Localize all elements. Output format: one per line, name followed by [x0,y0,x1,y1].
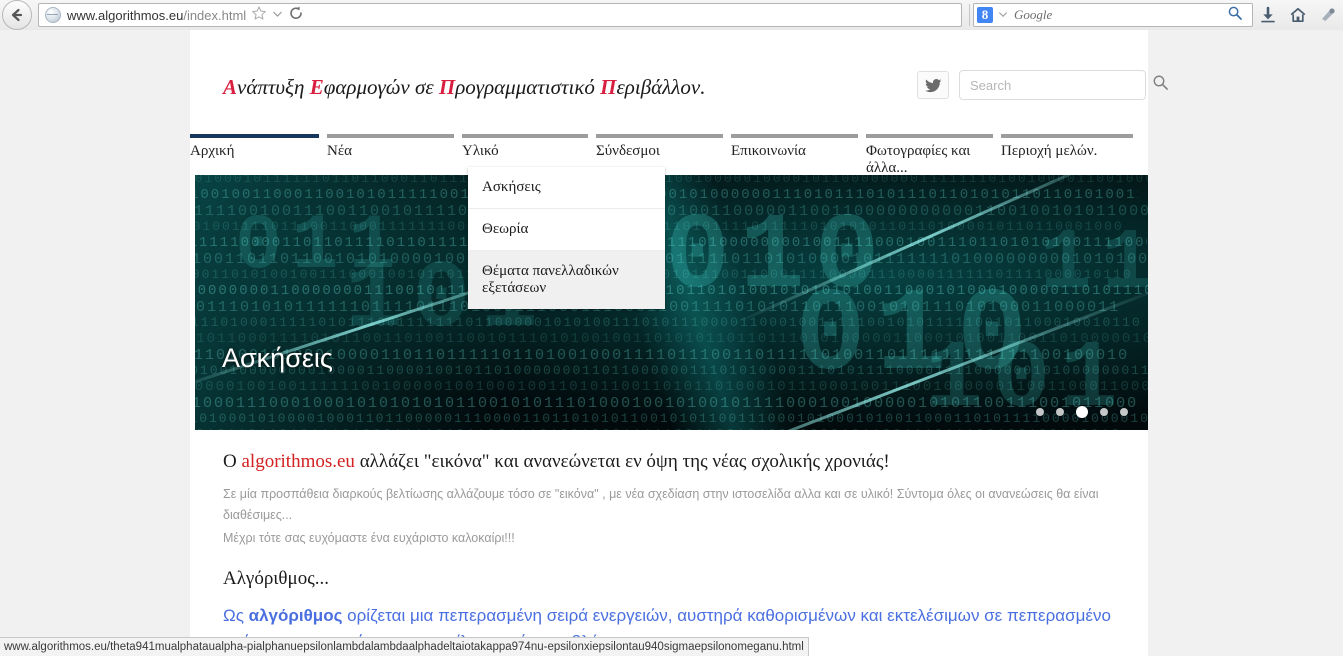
star-icon[interactable] [251,5,267,26]
content-body: Ο algorithmos.eu αλλάζει "εικόνα" και αν… [190,434,1148,655]
nav-item-0[interactable]: Αρχική [190,134,327,178]
nav-item-5[interactable]: Φωτογραφίες και άλλα... [866,134,1001,178]
nav-item-rule [190,134,319,138]
binary-row: 0101000101111110110110001101111001110001… [195,175,1148,186]
title-part-3: φαρμογών σε [324,75,439,99]
status-bar-url: www.algorithmos.eu/theta941mualphataualp… [4,641,804,653]
extension-icon [1319,6,1337,24]
nav-item-label: Αρχική [190,143,327,160]
nav-item-label: Νέα [327,143,462,160]
lead-paragraph: Ο algorithmos.eu αλλάζει "εικόνα" και αν… [190,434,1148,474]
twitter-button[interactable] [917,71,949,99]
nav-item-6[interactable]: Περιοχή μελών. [1001,134,1141,178]
page-viewport: Ανάπτυξη Εφαρμογών σε Προγραμματιστικό Π… [0,30,1343,656]
site-header: Ανάπτυξη Εφαρμογών σε Προγραμματιστικό Π… [190,30,1148,140]
nav-item-rule [731,134,858,138]
toolbar-separator [969,4,970,26]
page-title: Ανάπτυξη Εφαρμογών σε Προγραμματιστικό Π… [223,75,705,100]
nav-item-rule [327,134,454,138]
globe-icon [45,7,61,23]
site-search[interactable] [959,70,1146,100]
carousel-dot-1[interactable] [1056,408,1064,416]
back-button[interactable] [2,0,32,30]
nav-item-rule [1001,134,1133,138]
carousel-dots [1036,406,1128,418]
browser-toolbar: www.algorithmos.eu/index.html 8 Google [0,0,1343,31]
dropdown-item-1[interactable]: Θεωρία [468,209,665,251]
extension-button[interactable] [1313,1,1343,29]
nav-item-rule [462,134,588,138]
nav-item-label: Σύνδεσμοι [596,143,731,160]
dropdown-menu-yliko: Ασκήσεις Θεωρία Θέματα πανελλαδικών εξετάσ… [468,167,665,309]
title-part-4: Π [439,75,455,99]
status-bar: www.algorithmos.eu/theta941mualphataualp… [0,637,809,656]
back-arrow-icon [9,7,25,23]
section-heading: Αλγόριθμος... [190,549,1148,590]
downloads-button[interactable] [1253,1,1283,29]
hero-background-image: 0101000101111110110110001101111001110001… [195,175,1148,430]
title-part-2: Ε [310,75,324,99]
note-line-2: Μέχρι τότε σας ευχόμαστε ένα ευχάριστο κ… [190,526,1148,549]
nav-item-label: Υλικό [462,143,596,160]
carousel-dot-2[interactable] [1076,406,1088,418]
hero-carousel[interactable]: 0101000101111110110110001101111001110001… [195,175,1148,430]
address-bar[interactable]: www.algorithmos.eu/index.html [38,3,962,27]
search-engine-chevron-icon[interactable] [998,6,1008,24]
nav-item-label: Φωτογραφίες και άλλα... [866,143,1001,177]
website-content: Ανάπτυξη Εφαρμογών σε Προγραμματιστικό Π… [190,30,1148,656]
title-part-1: νάπτυξη [237,75,310,99]
carousel-dot-3[interactable] [1100,408,1108,416]
carousel-dot-4[interactable] [1120,408,1128,416]
browser-search-bar[interactable]: 8 Google [973,3,1253,27]
title-part-6: Π [600,75,616,99]
search-icon[interactable] [1148,74,1179,96]
address-bar-text: www.algorithmos.eu/index.html [67,8,246,23]
nav-item-rule [866,134,993,138]
brand-name: algorithmos.eu [241,451,354,472]
dropdown-item-2[interactable]: Θέματα πανελλαδικών εξετάσεων [468,251,665,309]
definition-before: Ως [223,606,249,625]
lead-text-after: αλλάζει "εικόνα" και ανανεώνεται εν όψη … [355,451,890,472]
title-part-0: Α [223,75,237,99]
browser-search-go-icon[interactable] [1227,5,1249,26]
download-icon [1259,6,1277,24]
nav-item-4[interactable]: Επικοινωνία [731,134,866,178]
search-input[interactable] [960,77,1148,94]
definition-keyword: αλγόριθμος [249,606,343,625]
chevron-down-icon[interactable] [272,6,283,24]
nav-item-label: Περιοχή μελών. [1001,143,1141,160]
hero-caption: Ασκήσεις [222,343,333,374]
lead-text-before: Ο [223,451,241,472]
nav-item-1[interactable]: Νέα [327,134,462,178]
nav-item-rule [596,134,723,138]
nav-item-label: Επικοινωνία [731,143,866,160]
main-navigation: Αρχική Νέα Υλικό Σύνδεσμοι Επικοινωνία Φωτογρ… [190,134,1148,178]
home-button[interactable] [1283,1,1313,29]
carousel-dot-0[interactable] [1036,408,1044,416]
home-icon [1289,6,1307,24]
browser-search-input[interactable]: Google [1008,7,1227,23]
title-part-5: ρογραμματιστικό [455,75,600,99]
dropdown-item-0[interactable]: Ασκήσεις [468,167,665,209]
note-line-1: Σε μία προσπάθεια διαρκούς βελτίωσης αλλ… [190,474,1148,526]
title-part-7: εριβάλλον. [617,75,706,99]
twitter-icon [925,77,942,94]
google-logo-icon: 8 [977,7,993,23]
reload-icon[interactable] [288,5,304,26]
